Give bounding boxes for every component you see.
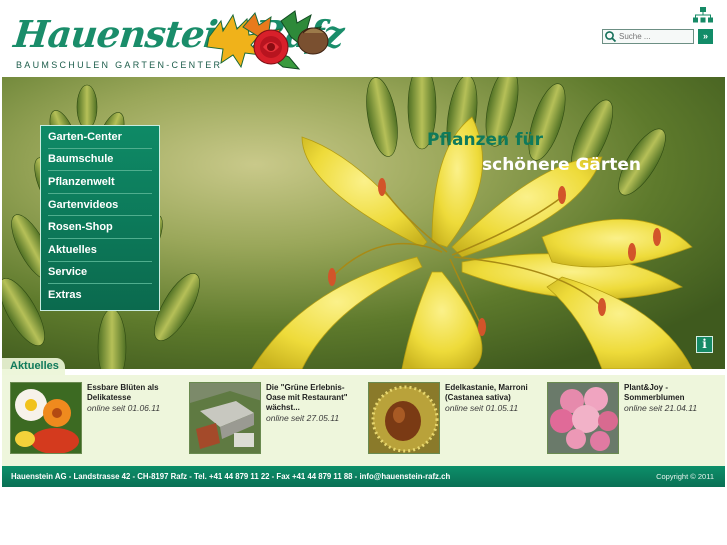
news-headline: Die "Grüne Erlebnis- [266,383,345,392]
nav-item-label: Pflanzenwelt [48,175,115,188]
chestnut-image [369,383,439,453]
news-thumbnail [547,382,619,454]
news-section: Aktuelles Essbare Blüten als Delikatesse… [2,358,725,466]
nav-item-label: Aktuelles [48,243,97,256]
news-thumbnail [10,382,82,454]
news-headline: Edelkastanie, Marroni [445,383,528,392]
summer-flowers-image [548,383,618,453]
sitemap-icon[interactable] [693,7,713,23]
news-date: online seit 01.06.11 [87,403,161,413]
news-item-edible-flowers[interactable]: Essbare Blüten als Delikatesse online se… [2,382,180,460]
nav-item-service[interactable]: Service [48,262,152,285]
news-text: Die "Grüne Erlebnis- Oase mit Restaurant… [266,383,358,423]
garden-center-aerial-image [190,383,260,453]
nav-item-label: Garten-Center [48,130,122,143]
tagline-line-1: Pflanzen für [427,130,543,150]
nav-item-gartenvideos[interactable]: Gartenvideos [48,194,152,217]
site-footer: Hauenstein AG - Landstrasse 42 - CH-8197… [2,466,725,487]
nav-item-label: Extras [48,289,82,302]
nav-item-baumschule[interactable]: Baumschule [48,149,152,172]
edible-flowers-image [11,383,81,453]
news-band: Essbare Blüten als Delikatesse online se… [2,375,725,466]
search-box [602,29,694,44]
news-date: online seit 27.05.11 [266,413,340,423]
leaf-rose-emblem-icon [206,10,329,70]
nav-item-label: Gartenvideos [48,198,119,211]
news-headline: Plant&Joy - [624,383,669,392]
news-headline: Sommerblumen [624,393,685,402]
news-text: Plant&Joy - Sommerblumen online seit 21.… [624,383,716,413]
news-date: online seit 21.04.11 [624,403,698,413]
news-item-gruene-oase[interactable]: Die "Grüne Erlebnis- Oase mit Restaurant… [181,382,359,460]
news-headline: wächst... [266,403,300,412]
footer-address[interactable]: Hauenstein AG - Landstrasse 42 - CH-8197… [11,472,450,481]
tagline-line-2: schönere Gärten [482,155,642,175]
nav-item-rosen-shop[interactable]: Rosen-Shop [48,216,152,239]
search-icon [605,31,617,43]
news-thumbnail [189,382,261,454]
nav-item-label: Baumschule [48,153,114,166]
news-text: Essbare Blüten als Delikatesse online se… [87,383,179,413]
news-text: Edelkastanie, Marroni (Castanea sativa) … [445,383,537,413]
nav-item-label: Service [48,266,88,279]
news-headline: Delikatesse [87,393,132,402]
search-form: » [602,29,713,44]
news-item-edelkastanie[interactable]: Edelkastanie, Marroni (Castanea sativa) … [360,382,538,460]
news-headline: (Castanea sativa) [445,393,511,402]
news-section-title: Aktuelles [10,360,59,372]
news-headline: Oase mit Restaurant" [266,393,348,402]
site-header: Hauenstein Rafz BAUMSCHULEN GARTEN-CENTE… [0,0,727,77]
news-thumbnail [368,382,440,454]
nav-item-extras[interactable]: Extras [48,284,152,307]
nav-item-aktuelles[interactable]: Aktuelles [48,239,152,262]
nav-item-garten-center[interactable]: Garten-Center [48,126,152,149]
news-date: online seit 01.05.11 [445,403,519,413]
news-tab: Aktuelles [2,358,65,375]
nav-item-pflanzenwelt[interactable]: Pflanzenwelt [48,171,152,194]
news-headline: Essbare Blüten als [87,383,159,392]
search-submit-button[interactable]: » [698,29,713,44]
main-navigation: Garten-Center Baumschule Pflanzenwelt Ga… [40,125,160,311]
nav-item-label: Rosen-Shop [48,221,113,234]
footer-copyright: Copyright © 2011 [656,472,714,481]
search-input[interactable] [617,30,691,43]
info-icon[interactable]: i [696,336,713,353]
news-item-plant-joy[interactable]: Plant&Joy - Sommerblumen online seit 21.… [539,382,717,460]
page: Hauenstein Rafz BAUMSCHULEN GARTEN-CENTE… [0,0,727,545]
